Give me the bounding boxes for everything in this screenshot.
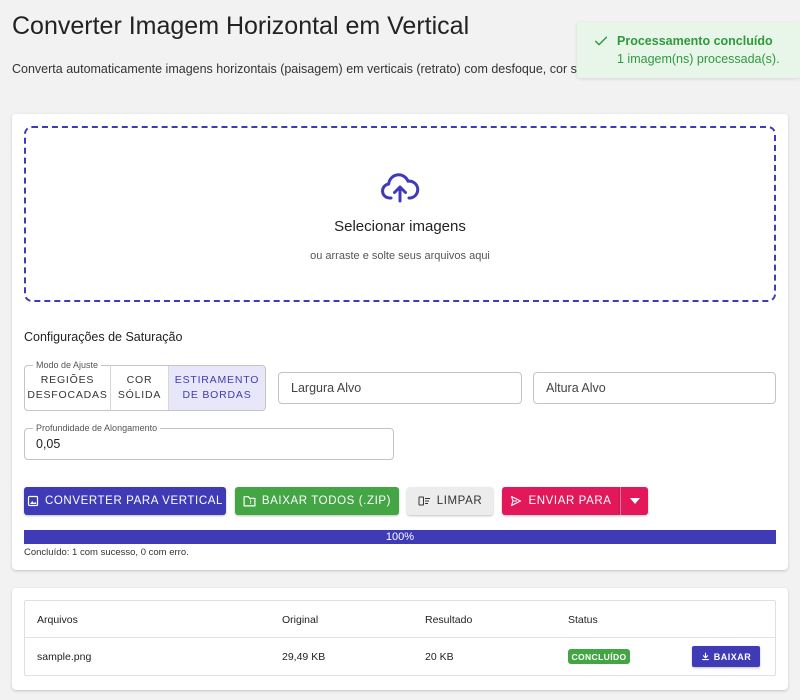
- stretch-depth-value[interactable]: 0,05: [36, 437, 60, 451]
- target-width-input[interactable]: [278, 372, 522, 404]
- clear-button[interactable]: LIMPAR: [407, 487, 493, 515]
- mode-label: COR SÓLIDA: [117, 374, 162, 401]
- files-table: Arquivos Original Resultado Status sampl…: [24, 600, 776, 676]
- check-icon: [594, 36, 608, 46]
- stretch-depth-label: Profundidade de Alongamento: [33, 422, 161, 434]
- adjust-mode-group: Modo de Ajuste REGIÕES DESFOCADAS COR SÓ…: [24, 359, 266, 411]
- converter-card: Selecionar imagens ou arraste e solte se…: [12, 114, 788, 570]
- mode-blurred-regions[interactable]: REGIÕES DESFOCADAS: [25, 366, 111, 410]
- image-icon: [27, 495, 39, 507]
- send-to-label: ENVIAR PARA: [528, 495, 612, 507]
- toast-message: 1 imagem(ns) processada(s).: [617, 52, 780, 66]
- folder-zip-icon: [243, 496, 256, 507]
- mode-label: REGIÕES DESFOCADAS: [27, 374, 108, 401]
- progress-status: Concluído: 1 com sucesso, 0 com erro.: [24, 547, 189, 558]
- success-toast: Processamento concluído 1 imagem(ns) pro…: [577, 22, 800, 78]
- caret-down-icon: [629, 498, 640, 504]
- download-zip-button[interactable]: BAIXAR TODOS (.ZIP): [235, 487, 399, 515]
- progress-label: 100%: [385, 531, 415, 543]
- dropzone-subtitle: ou arraste e solte seus arquivos aqui: [310, 250, 490, 262]
- image-dropzone[interactable]: Selecionar imagens ou arraste e solte se…: [24, 126, 776, 302]
- download-zip-label: BAIXAR TODOS (.ZIP): [261, 495, 392, 507]
- files-card: Arquivos Original Resultado Status sampl…: [12, 588, 788, 690]
- send-to-button[interactable]: ENVIAR PARA: [502, 487, 620, 515]
- mode-edge-stretch[interactable]: ESTIRAMENTO DE BORDAS: [169, 366, 265, 410]
- cell-original-size: 29,49 KB: [282, 651, 326, 663]
- header-result: Resultado: [425, 614, 473, 626]
- progress-bar: 100%: [24, 530, 776, 544]
- toast-title: Processamento concluído: [617, 34, 773, 48]
- download-label: BAIXAR: [713, 651, 752, 662]
- mode-label: ESTIRAMENTO DE BORDAS: [174, 374, 260, 401]
- dropzone-title: Selecionar imagens: [334, 218, 466, 235]
- clear-label: LIMPAR: [436, 495, 483, 507]
- download-icon: [701, 652, 709, 661]
- header-status: Status: [568, 614, 598, 626]
- clear-icon: [418, 496, 430, 506]
- cell-file-name: sample.png: [37, 651, 92, 663]
- stretch-depth-field[interactable]: Profundidade de Alongamento 0,05: [24, 422, 394, 460]
- mode-solid-color[interactable]: COR SÓLIDA: [111, 366, 169, 410]
- convert-button[interactable]: CONVERTER PARA VERTICAL: [24, 487, 226, 515]
- convert-label: CONVERTER PARA VERTICAL: [44, 495, 224, 507]
- row-divider: [25, 637, 775, 638]
- download-button[interactable]: BAIXAR: [692, 646, 760, 667]
- cloud-upload-icon: [381, 173, 420, 203]
- page-title: Converter Imagem Horizontal em Vertical: [12, 12, 470, 40]
- send-icon: [511, 495, 522, 507]
- settings-title: Configurações de Saturação: [24, 330, 183, 344]
- send-to-menu-button[interactable]: [620, 487, 648, 515]
- status-badge: CONCLUÍDO: [568, 649, 630, 664]
- cell-result-size: 20 KB: [425, 651, 454, 663]
- target-height-input[interactable]: [533, 372, 776, 404]
- header-original: Original: [282, 614, 319, 626]
- header-files: Arquivos: [37, 614, 78, 626]
